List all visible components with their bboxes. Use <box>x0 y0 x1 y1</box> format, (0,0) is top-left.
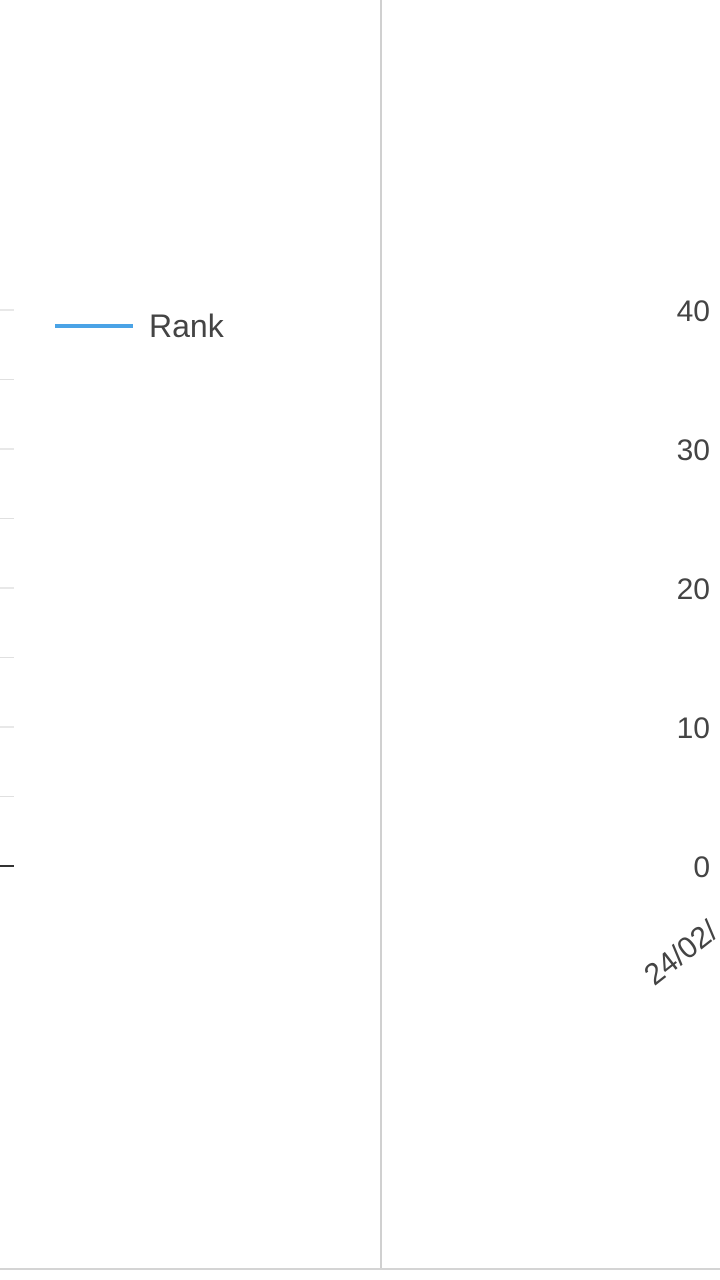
bottom-divider <box>0 1268 720 1270</box>
y-tick-label: 0 <box>693 851 710 884</box>
y-tick-label: 20 <box>677 573 710 606</box>
chart-legend: Rank <box>55 306 224 346</box>
y-tick-label: 10 <box>677 712 710 745</box>
legend-label-rank: Rank <box>149 307 224 344</box>
legend-line-swatch <box>55 324 133 328</box>
chart-viewer: Rank 40 30 20 10 0 24/02/ <box>0 0 720 1280</box>
left-chart-panel: Rank <box>0 0 380 1268</box>
y-tick-label: 30 <box>677 434 710 467</box>
right-chart-svg: 40 30 20 10 0 24/02/ <box>638 295 720 992</box>
y-tick-label: 40 <box>677 295 710 328</box>
left-chart-grid <box>0 309 14 867</box>
x-tick-label: 24/02/ <box>638 914 720 992</box>
right-chart-panel: 40 30 20 10 0 24/02/ <box>382 0 720 1268</box>
